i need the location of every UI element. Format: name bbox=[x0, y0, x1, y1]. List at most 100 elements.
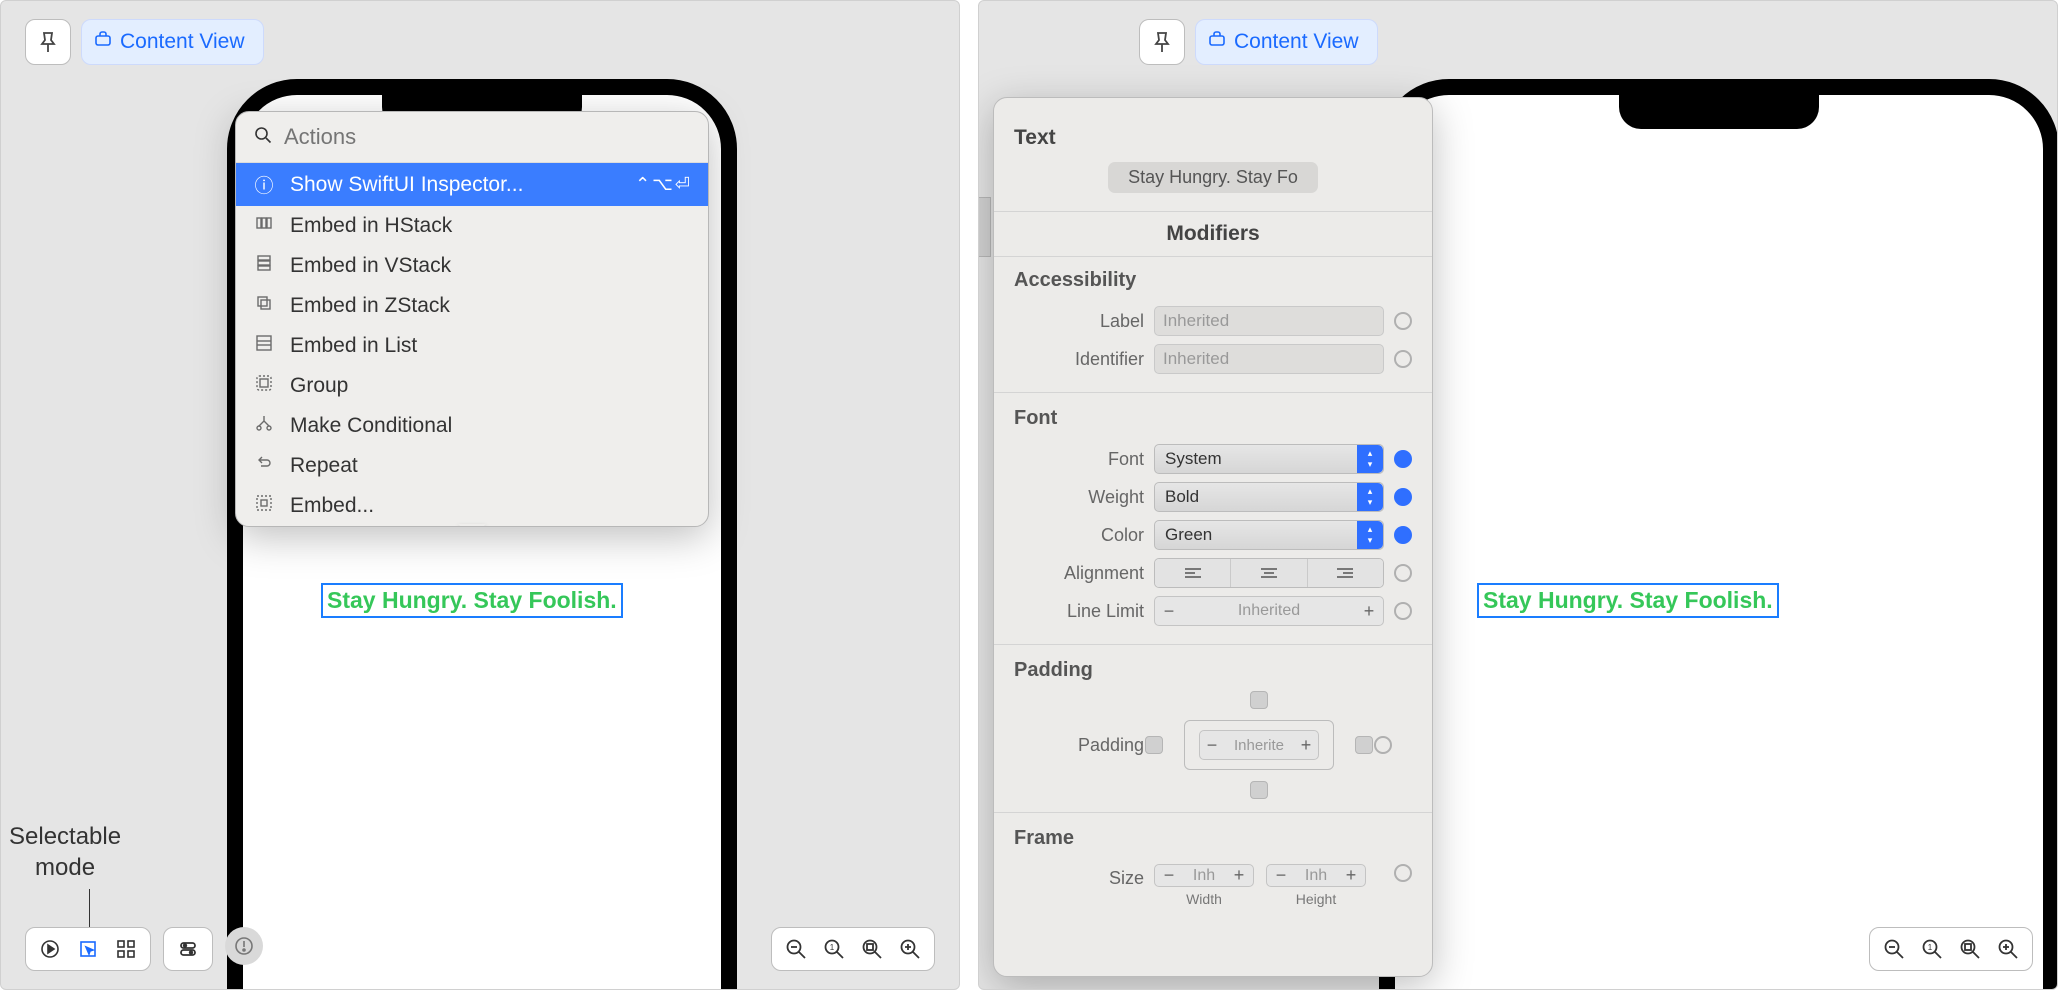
content-view-breadcrumb[interactable]: Content View bbox=[1195, 19, 1378, 65]
alignment-segmented bbox=[1154, 558, 1384, 588]
briefcase-icon bbox=[1208, 30, 1226, 54]
zoom-100-button[interactable]: 1 bbox=[818, 933, 850, 965]
svg-text:1: 1 bbox=[1928, 943, 1933, 952]
group-icon bbox=[252, 374, 276, 398]
device-settings-group bbox=[163, 927, 213, 971]
repeat-icon bbox=[252, 454, 276, 478]
action-embed-hstack[interactable]: Embed in HStack bbox=[236, 206, 708, 246]
preview-canvas-left: Content View Stay Hungry. Stay Foolish. … bbox=[0, 0, 960, 990]
sidebar-tab[interactable] bbox=[978, 197, 991, 257]
action-repeat[interactable]: Repeat bbox=[236, 446, 708, 486]
zoom-fit-button[interactable] bbox=[856, 933, 888, 965]
color-indicator[interactable] bbox=[1394, 526, 1412, 544]
linelimit-indicator[interactable] bbox=[1394, 602, 1412, 620]
modifiers-section-header: Modifiers bbox=[994, 211, 1432, 257]
action-make-conditional[interactable]: Make Conditional bbox=[236, 406, 708, 446]
font-indicator[interactable] bbox=[1394, 450, 1412, 468]
phone-preview bbox=[1379, 79, 2058, 990]
conditional-icon bbox=[252, 414, 276, 438]
color-select[interactable]: Green bbox=[1154, 520, 1384, 550]
stepper-minus-button[interactable]: − bbox=[1267, 865, 1295, 886]
a11y-label-indicator[interactable] bbox=[1394, 312, 1412, 330]
action-embed-vstack[interactable]: Embed in VStack bbox=[236, 246, 708, 286]
padding-trailing-toggle[interactable] bbox=[1355, 736, 1373, 754]
content-view-breadcrumb[interactable]: Content View bbox=[81, 19, 264, 65]
zoom-controls: 1 bbox=[1869, 927, 2033, 971]
weight-caption: Weight bbox=[1014, 487, 1144, 508]
weight-select[interactable]: Bold bbox=[1154, 482, 1384, 512]
font-select[interactable]: System bbox=[1154, 444, 1384, 474]
pin-button[interactable] bbox=[1139, 19, 1185, 65]
action-label: Group bbox=[290, 374, 348, 398]
action-label: Embed... bbox=[290, 494, 374, 518]
frame-height-stepper[interactable]: − Inh + bbox=[1266, 864, 1366, 887]
zoom-out-button[interactable] bbox=[780, 933, 812, 965]
zoom-100-button[interactable]: 1 bbox=[1916, 933, 1948, 965]
linelimit-caption: Line Limit bbox=[1014, 601, 1144, 622]
device-settings-button[interactable] bbox=[170, 931, 206, 967]
live-mode-button[interactable] bbox=[32, 931, 68, 967]
inspector-text-value-chip[interactable]: Stay Hungry. Stay Fo bbox=[1108, 162, 1318, 193]
list-icon bbox=[252, 334, 276, 358]
canvas-config-button[interactable] bbox=[225, 927, 263, 965]
frame-size-indicator[interactable] bbox=[1394, 864, 1412, 882]
font-caption: Font bbox=[1014, 449, 1144, 470]
padding-indicator[interactable] bbox=[1374, 736, 1392, 754]
action-embed-zstack[interactable]: Embed in ZStack bbox=[236, 286, 708, 326]
action-show-swiftui-inspector[interactable]: ⓘ Show SwiftUI Inspector... ⌃⌥⏎ bbox=[236, 163, 708, 206]
zoom-fit-button[interactable] bbox=[1954, 933, 1986, 965]
a11y-label-field[interactable]: Inherited bbox=[1154, 306, 1384, 336]
preview-text-selected[interactable]: Stay Hungry. Stay Foolish. bbox=[321, 583, 623, 618]
action-group[interactable]: Group bbox=[236, 366, 708, 406]
inspector-type-title: Text bbox=[1014, 126, 1412, 150]
selectable-mode-button[interactable] bbox=[70, 931, 106, 967]
vstack-icon bbox=[252, 254, 276, 278]
stepper-minus-button[interactable]: − bbox=[1200, 735, 1224, 756]
variants-mode-button[interactable] bbox=[108, 931, 144, 967]
zoom-out-button[interactable] bbox=[1878, 933, 1910, 965]
color-caption: Color bbox=[1014, 525, 1144, 546]
actions-search-row bbox=[236, 112, 708, 163]
embed-icon bbox=[252, 494, 276, 518]
stepper-minus-button[interactable]: − bbox=[1155, 601, 1183, 622]
align-center-button[interactable] bbox=[1231, 559, 1307, 587]
a11y-label-caption: Label bbox=[1014, 311, 1144, 332]
zoom-in-button[interactable] bbox=[894, 933, 926, 965]
frame-width-stepper[interactable]: − Inh + bbox=[1154, 864, 1254, 887]
a11y-identifier-field[interactable]: Inherited bbox=[1154, 344, 1384, 374]
frame-group-title: Frame bbox=[1014, 827, 1412, 850]
zstack-icon bbox=[252, 294, 276, 318]
a11y-identifier-indicator[interactable] bbox=[1394, 350, 1412, 368]
stepper-plus-button[interactable]: + bbox=[1294, 735, 1318, 756]
swiftui-inspector-panel: Text Stay Hungry. Stay Fo Modifiers Acce… bbox=[993, 97, 1433, 977]
padding-group-title: Padding bbox=[1014, 659, 1412, 682]
briefcase-icon bbox=[94, 30, 112, 54]
content-view-label: Content View bbox=[120, 30, 245, 54]
alignment-indicator[interactable] bbox=[1394, 564, 1412, 582]
stepper-plus-button[interactable]: + bbox=[1355, 601, 1383, 622]
stepper-plus-button[interactable]: + bbox=[1337, 865, 1365, 886]
action-embed-list[interactable]: Embed in List bbox=[236, 326, 708, 366]
preview-text-selected[interactable]: Stay Hungry. Stay Foolish. bbox=[1477, 583, 1779, 618]
content-view-label: Content View bbox=[1234, 30, 1359, 54]
frame-height-caption: Height bbox=[1296, 891, 1336, 907]
weight-indicator[interactable] bbox=[1394, 488, 1412, 506]
align-trailing-button[interactable] bbox=[1308, 559, 1383, 587]
actions-search-input[interactable] bbox=[284, 124, 690, 150]
padding-bottom-toggle[interactable] bbox=[1250, 781, 1268, 799]
padding-leading-toggle[interactable] bbox=[1145, 736, 1163, 754]
selectable-mode-annotation: Selectable mode bbox=[9, 821, 121, 883]
stepper-minus-button[interactable]: − bbox=[1155, 865, 1183, 886]
padding-value-stepper[interactable]: − Inherite + bbox=[1199, 730, 1319, 760]
a11y-identifier-caption: Identifier bbox=[1014, 349, 1144, 370]
padding-top-toggle[interactable] bbox=[1250, 691, 1268, 709]
linelimit-stepper[interactable]: − Inherited + bbox=[1154, 596, 1384, 626]
alignment-caption: Alignment bbox=[1014, 563, 1144, 584]
stepper-plus-button[interactable]: + bbox=[1225, 865, 1253, 886]
zoom-in-button[interactable] bbox=[1992, 933, 2024, 965]
align-leading-button[interactable] bbox=[1155, 559, 1231, 587]
action-embed-generic[interactable]: Embed... bbox=[236, 486, 708, 526]
action-label: Embed in ZStack bbox=[290, 294, 450, 318]
pin-button[interactable] bbox=[25, 19, 71, 65]
action-label: Repeat bbox=[290, 454, 358, 478]
